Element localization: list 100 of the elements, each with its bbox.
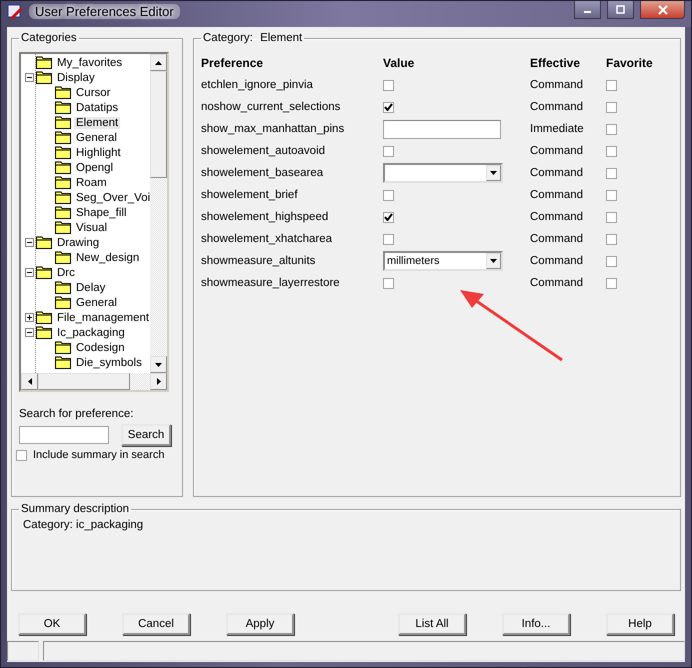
tree-item[interactable]: Drc — [55, 266, 77, 278]
effective-value: Command — [530, 188, 584, 203]
search-button[interactable]: Search — [121, 424, 171, 446]
folder-icon — [55, 356, 71, 369]
effective-value: Command — [530, 78, 584, 93]
expand-toggle-icon[interactable] — [25, 73, 34, 82]
horizontal-scrollbar[interactable] — [21, 373, 167, 390]
status-panel — [7, 641, 39, 661]
checkbox[interactable] — [383, 102, 394, 112]
folder-icon — [55, 161, 71, 174]
dialog-button[interactable]: Cancel — [122, 613, 190, 635]
column-header: Effective — [530, 55, 582, 72]
favorite-checkbox[interactable] — [606, 80, 617, 90]
tree-item[interactable]: Element — [74, 116, 120, 128]
expand-toggle-icon[interactable] — [25, 268, 34, 277]
folder-icon — [55, 251, 71, 264]
preference-name: showmeasure_altunits — [201, 254, 316, 269]
category-value: Element — [260, 32, 302, 44]
maximize-icon — [616, 5, 625, 14]
value-field[interactable] — [383, 120, 501, 138]
tree-item[interactable]: Drawing — [55, 236, 102, 248]
value-dropdown[interactable]: millimeters — [383, 251, 503, 271]
maximize-button[interactable] — [607, 1, 634, 19]
window-title: User Preferences Editor — [29, 4, 180, 19]
dialog-button[interactable]: Apply — [226, 613, 294, 635]
tree-item[interactable]: Die_symbols — [74, 356, 144, 368]
search-field[interactable] — [19, 426, 109, 444]
folder-icon — [55, 191, 71, 204]
close-button[interactable] — [640, 1, 685, 19]
dropdown-arrow-icon — [490, 259, 497, 263]
vertical-scrollbar[interactable] — [150, 54, 167, 373]
checkbox[interactable] — [16, 450, 27, 460]
expand-toggle-icon[interactable] — [25, 328, 34, 337]
folder-icon — [36, 56, 52, 69]
folder-icon — [55, 116, 71, 129]
tree-item[interactable]: Cursor — [74, 86, 113, 98]
scroll-right-icon — [156, 378, 160, 385]
tree-item[interactable]: Opengl — [74, 162, 116, 174]
minimize-button[interactable] — [574, 1, 601, 19]
preference-name: showelement_autoavoid — [201, 144, 326, 159]
tree-item[interactable]: Shape_fill — [74, 206, 129, 218]
checkbox[interactable] — [383, 80, 394, 90]
tree-item[interactable]: Delay — [74, 282, 108, 294]
expand-toggle-icon[interactable] — [25, 313, 34, 322]
favorite-checkbox[interactable] — [606, 124, 617, 134]
column-header: Preference — [201, 55, 264, 72]
scroll-thumb[interactable] — [38, 373, 130, 390]
dialog-button[interactable]: Info... — [502, 613, 570, 635]
favorite-checkbox[interactable] — [606, 168, 617, 178]
scroll-up-icon — [155, 60, 162, 64]
tree-item[interactable]: General — [74, 132, 119, 144]
favorite-checkbox[interactable] — [606, 234, 617, 244]
favorite-checkbox[interactable] — [606, 146, 617, 156]
checkbox[interactable] — [383, 234, 394, 244]
effective-value: Command — [530, 254, 584, 269]
checkbox[interactable] — [383, 212, 394, 222]
preference-name: showelement_basearea — [201, 166, 324, 181]
folder-icon — [36, 266, 52, 279]
expand-toggle-icon[interactable] — [25, 238, 34, 247]
folder-icon — [36, 326, 52, 339]
folder-icon — [55, 296, 71, 309]
value-dropdown[interactable] — [383, 163, 503, 183]
tree-item[interactable]: General — [74, 296, 119, 308]
tree-item[interactable]: File_management — [55, 312, 150, 324]
summary-text: Category: ic_packaging — [22, 519, 144, 531]
tree-item[interactable]: Codesign — [74, 342, 127, 354]
tree-item[interactable]: My_favorites — [55, 56, 124, 68]
scroll-left-icon — [28, 378, 32, 385]
dialog-button[interactable]: OK — [18, 613, 86, 635]
column-header: Favorite — [606, 55, 654, 72]
tree-item[interactable]: Visual — [74, 222, 110, 234]
checkbox[interactable] — [383, 278, 394, 288]
checkbox-label: Include summary in search — [33, 449, 164, 461]
favorite-checkbox[interactable] — [606, 212, 617, 222]
checkbox[interactable] — [383, 146, 394, 156]
tree-item[interactable]: Ic_packaging — [55, 326, 127, 338]
effective-value: Command — [530, 144, 584, 159]
scroll-thumb[interactable] — [150, 71, 167, 178]
tree-item[interactable]: Seg_Over_Voi — [74, 192, 150, 204]
tree-item[interactable]: Display — [55, 72, 97, 84]
folder-icon — [36, 236, 52, 249]
preference-name: show_max_manhattan_pins — [201, 122, 346, 137]
tree-item[interactable]: New_design — [74, 252, 142, 264]
favorite-checkbox[interactable] — [606, 102, 617, 112]
effective-value: Command — [530, 166, 584, 181]
folder-icon — [55, 176, 71, 189]
preference-name: etchlen_ignore_pinvia — [201, 78, 314, 93]
tree-item[interactable]: Highlight — [74, 146, 123, 158]
folder-icon — [55, 86, 71, 99]
preference-name: showelement_brief — [201, 188, 299, 203]
tree-item[interactable]: Roam — [74, 176, 109, 188]
dialog-button[interactable]: Help — [606, 613, 674, 635]
column-header: Value — [383, 55, 416, 72]
checkbox[interactable] — [383, 190, 394, 200]
folder-icon — [55, 221, 71, 234]
tree-item[interactable]: Datatips — [74, 102, 120, 114]
dialog-button[interactable]: List All — [398, 613, 466, 635]
favorite-checkbox[interactable] — [606, 278, 617, 288]
favorite-checkbox[interactable] — [606, 256, 617, 266]
favorite-checkbox[interactable] — [606, 190, 617, 200]
